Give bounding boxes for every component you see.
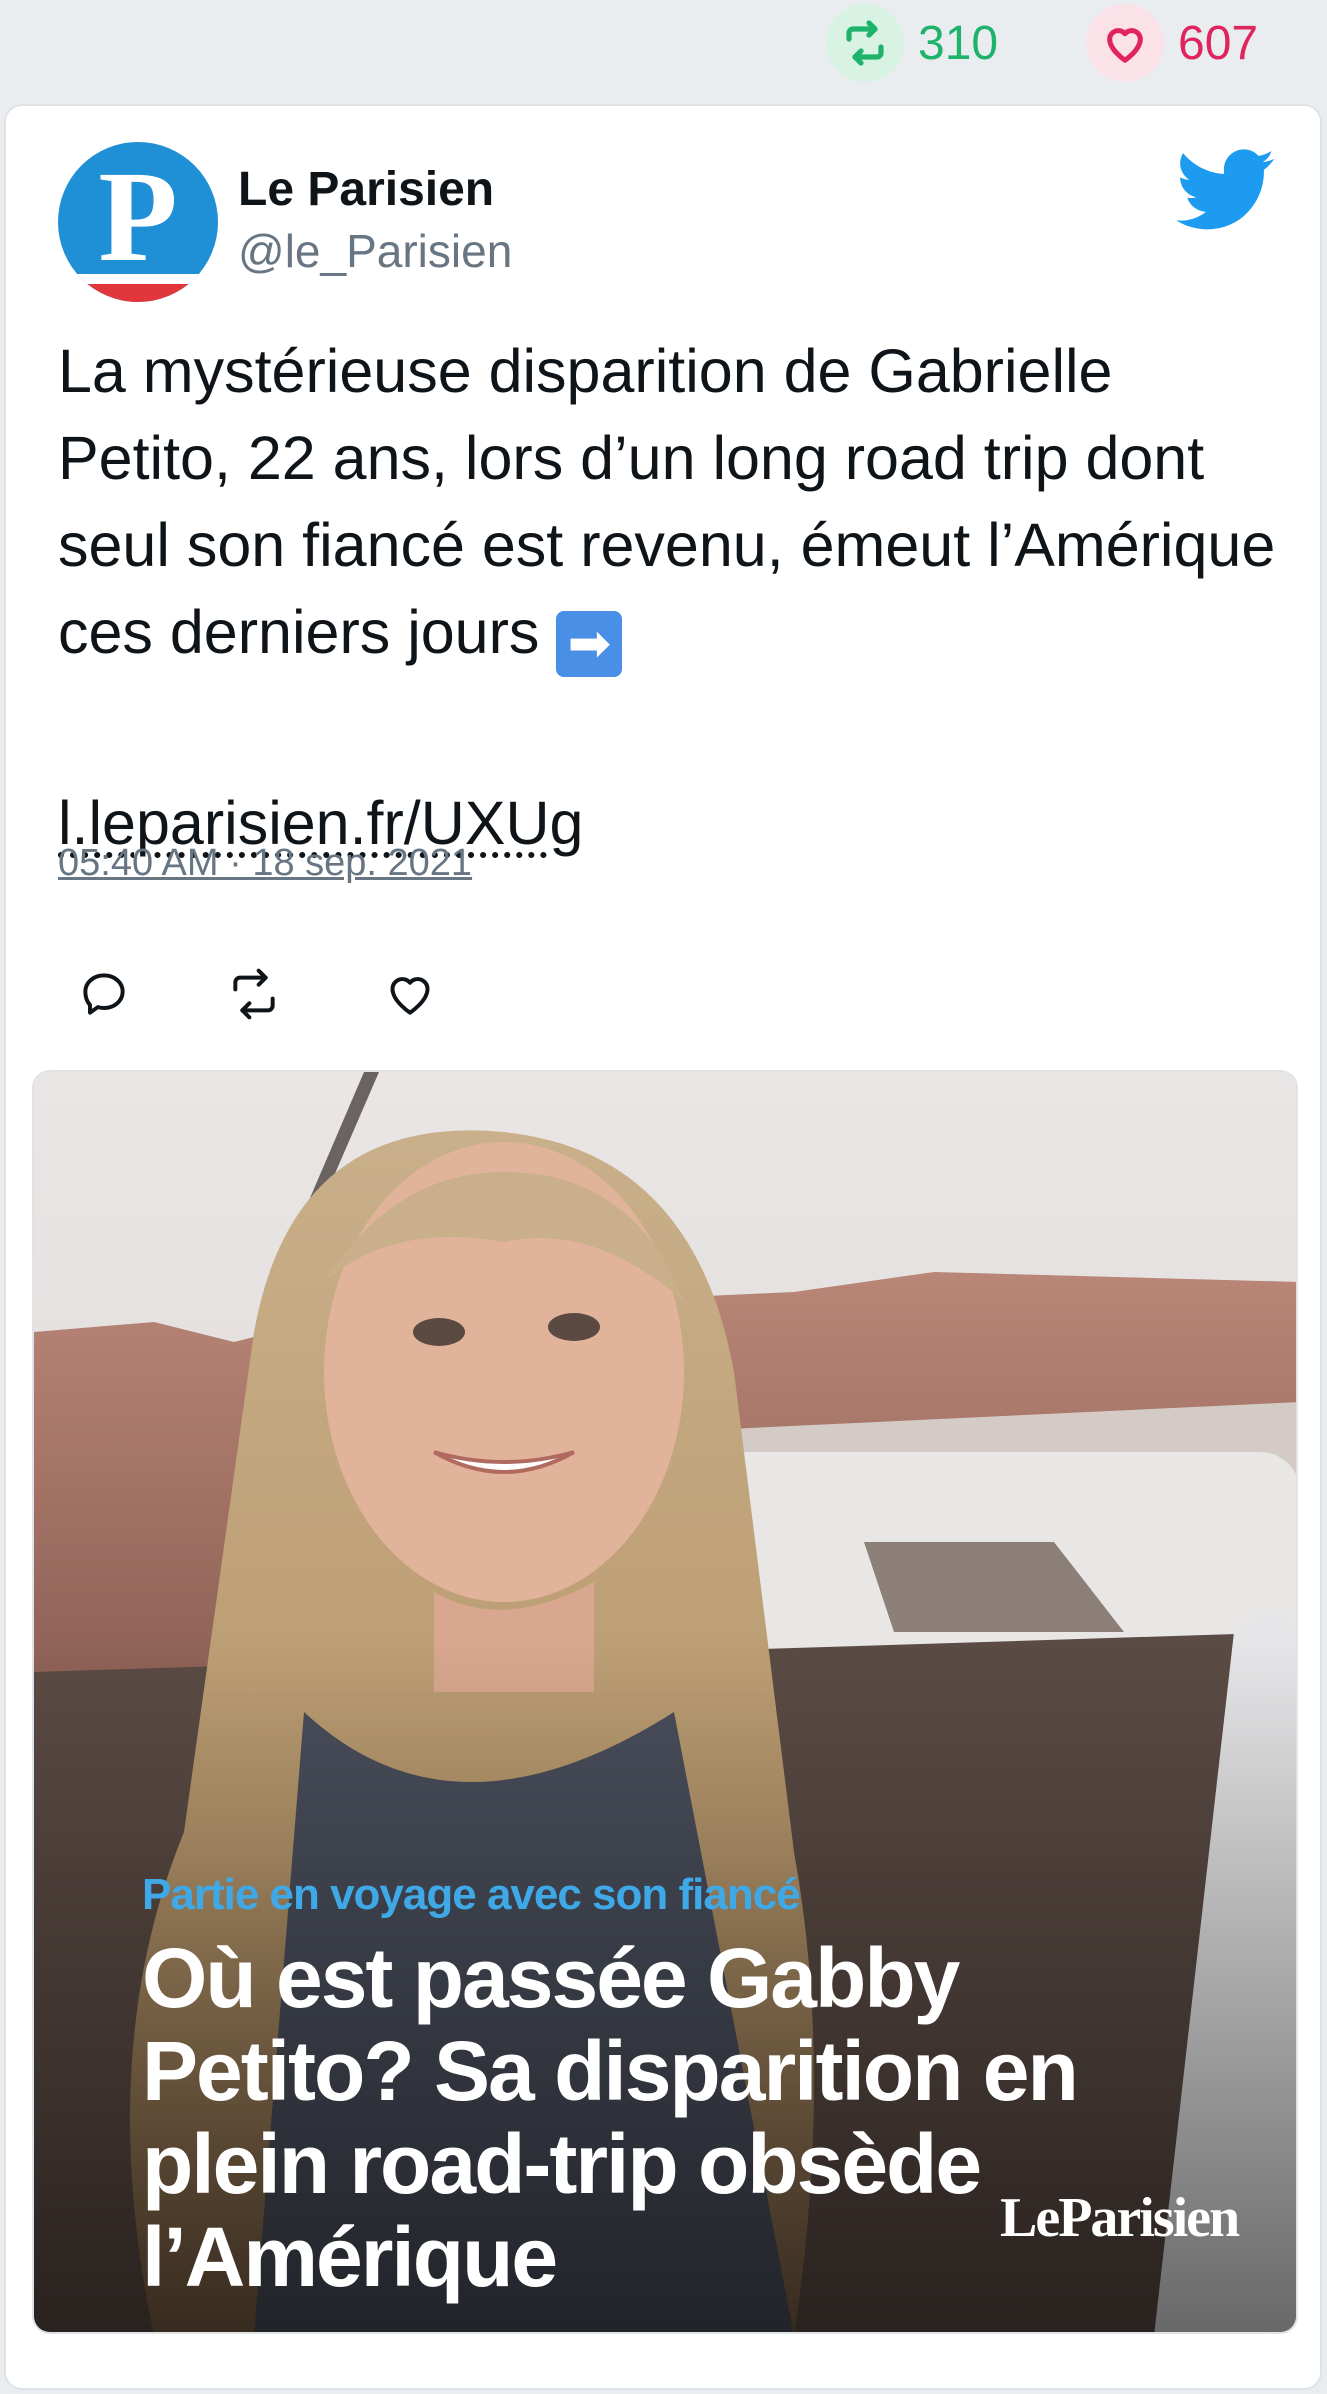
arrow-right-emoji-icon: ➡ <box>556 611 623 677</box>
avatar-letter: P <box>98 145 178 289</box>
reply-icon[interactable] <box>76 966 132 1022</box>
avatar[interactable]: P <box>58 142 218 302</box>
media-logo: LeParisien <box>1000 2187 1240 2249</box>
twitter-bird-icon[interactable] <box>1176 146 1276 236</box>
avatar-stripe-red <box>58 284 218 302</box>
tweet-media-image[interactable]: Partie en voyage avec son fiancé Où est … <box>32 1070 1298 2334</box>
media-kicker: Partie en voyage avec son fiancé <box>142 1870 801 1919</box>
engagement-stats: 310 607 <box>0 0 1327 100</box>
tweet-timestamp[interactable]: 05:40 AM · 18 sep. 2021 <box>58 842 472 885</box>
like-count-stat[interactable]: 607 <box>1086 4 1258 82</box>
heart-icon[interactable] <box>1086 4 1164 82</box>
retweet-icon[interactable] <box>826 4 904 82</box>
tweet-text: La mystérieuse disparition de Gabrielle … <box>58 328 1288 677</box>
author-handle[interactable]: @le_Parisien <box>238 224 512 278</box>
like-count: 607 <box>1178 16 1259 70</box>
media-headline: Où est passée Gabby Petito? Sa dispariti… <box>142 1931 1079 2304</box>
retweet-count: 310 <box>918 16 999 70</box>
retweet-action-icon[interactable] <box>226 966 282 1022</box>
tweet-text-body: La mystérieuse disparition de Gabrielle … <box>58 337 1276 666</box>
retweet-count-stat[interactable]: 310 <box>826 4 998 82</box>
like-icon[interactable] <box>382 966 438 1022</box>
tweet-card: P Le Parisien @le_Parisien La mystérieus… <box>4 104 1322 2390</box>
avatar-stripe-white <box>58 274 218 284</box>
author-name[interactable]: Le Parisien <box>238 162 494 217</box>
